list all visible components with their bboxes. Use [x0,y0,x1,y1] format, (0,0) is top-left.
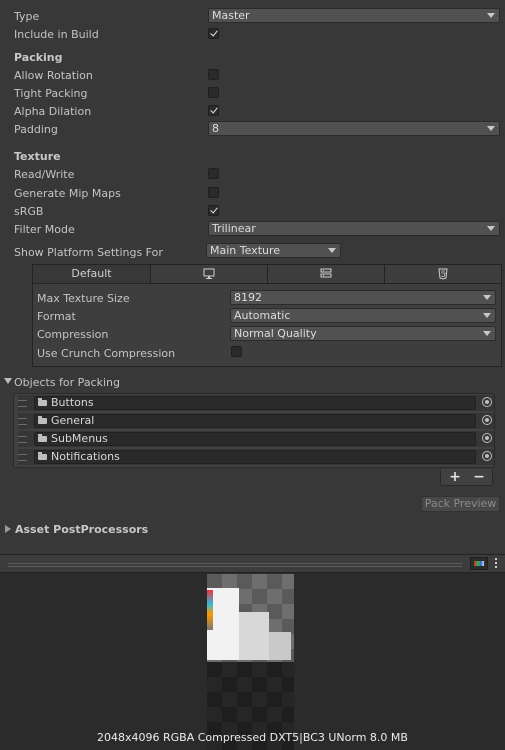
chevron-down-icon [328,248,336,253]
object-picker-icon[interactable] [482,451,492,461]
tab-webgl[interactable] [385,265,501,283]
list-item[interactable]: Notifications [18,449,494,465]
chevron-down-icon [487,226,495,231]
use-crunch-compression-label: Use Crunch Compression [37,347,176,360]
max-texture-size-label: Max Texture Size [37,292,130,305]
read-write-label: Read/Write [14,168,75,181]
filter-mode-value: Trilinear [212,222,256,235]
texture-header: Texture [14,150,61,163]
object-name: SubMenus [51,432,108,445]
object-picker-icon[interactable] [482,415,492,425]
asset-postprocessors-header[interactable]: Asset PostProcessors [15,523,148,536]
padding-dropdown[interactable]: 8 [208,121,500,136]
tight-packing-checkbox[interactable] [208,87,219,98]
preview-drag-handle-icon[interactable] [8,563,462,567]
object-picker-icon[interactable] [482,397,492,407]
read-write-checkbox[interactable] [208,168,219,179]
show-platform-settings-label: Show Platform Settings For [14,246,163,259]
pack-preview-button[interactable]: Pack Preview [421,496,500,512]
include-in-build-label: Include in Build [14,28,99,41]
foldout-open-icon[interactable] [4,378,12,384]
max-texture-size-value: 8192 [234,291,262,304]
alpha-dilation-checkbox[interactable] [208,105,219,116]
platform-settings-value: Main Texture [210,244,281,257]
drag-handle-icon[interactable] [18,454,27,461]
folder-icon [38,452,47,460]
object-field[interactable]: Notifications [34,450,476,464]
object-field[interactable]: Buttons [34,396,476,410]
chevron-down-icon [487,126,495,131]
filter-mode-label: Filter Mode [14,223,75,236]
type-label: Type [14,10,40,23]
remove-item-button[interactable]: − [467,469,491,485]
preview-info-text: 2048x4096 RGBA Compressed DXT5|BC3 UNorm… [97,731,408,744]
type-dropdown[interactable]: Master [208,8,500,23]
chevron-down-icon [487,13,495,18]
folder-icon [38,398,47,406]
generate-mip-maps-label: Generate Mip Maps [14,187,121,200]
tab-default-label: Default [71,267,112,280]
tab-default[interactable]: Default [33,265,151,283]
kebab-menu-icon[interactable] [495,558,498,569]
html5-icon [438,268,448,280]
drag-handle-icon[interactable] [18,418,27,425]
foldout-closed-icon[interactable] [5,525,11,533]
object-name: General [51,414,95,427]
compression-value: Normal Quality [234,327,317,340]
allow-rotation-checkbox[interactable] [208,69,219,80]
generate-mip-maps-checkbox[interactable] [208,187,219,198]
alpha-dilation-label: Alpha Dilation [14,105,92,118]
list-footer: + − [440,469,493,486]
list-item[interactable]: General [18,413,494,429]
preview-header [0,554,505,573]
rgb-channels-icon [474,561,484,566]
srgb-checkbox[interactable] [208,205,219,216]
max-texture-size-dropdown[interactable]: 8192 [230,290,496,305]
padding-label: Padding [14,123,58,136]
chevron-down-icon [483,331,491,336]
color-channel-button[interactable] [470,557,488,570]
drag-handle-icon[interactable] [18,400,27,407]
srgb-label: sRGB [14,205,44,218]
folder-icon [38,416,47,424]
folder-icon [38,434,47,442]
sprite-block-light [269,632,291,660]
packing-header: Packing [14,51,63,64]
object-field[interactable]: SubMenus [34,432,476,446]
format-label: Format [37,310,76,323]
compression-label: Compression [37,328,109,341]
chevron-down-icon [483,295,491,300]
sprite-block-grey [239,612,269,660]
add-item-button[interactable]: + [443,469,467,485]
list-item[interactable]: Buttons [18,395,494,411]
list-item[interactable]: SubMenus [18,431,494,447]
object-name: Notifications [51,450,120,463]
format-dropdown[interactable]: Automatic [230,308,496,323]
object-name: Buttons [51,396,94,409]
compression-dropdown[interactable]: Normal Quality [230,326,496,341]
tab-server[interactable] [268,265,385,283]
object-field[interactable]: General [34,414,476,428]
use-crunch-compression-checkbox[interactable] [231,346,242,357]
platform-tab-bar: Default [32,264,502,284]
platform-settings-dropdown[interactable]: Main Texture [206,243,341,258]
padding-value: 8 [212,122,219,135]
server-icon [320,268,332,278]
objects-for-packing-header[interactable]: Objects for Packing [14,376,120,389]
tab-standalone[interactable] [151,265,268,283]
type-value: Master [212,9,250,22]
chevron-down-icon [483,313,491,318]
tight-packing-label: Tight Packing [14,87,88,100]
sprite-strip-colored [207,590,213,630]
drag-handle-icon[interactable] [18,436,27,443]
monitor-icon [203,268,215,279]
allow-rotation-label: Allow Rotation [14,69,93,82]
object-picker-icon[interactable] [482,433,492,443]
filter-mode-dropdown[interactable]: Trilinear [208,221,500,236]
include-in-build-checkbox[interactable] [208,28,219,39]
format-value: Automatic [234,309,291,322]
